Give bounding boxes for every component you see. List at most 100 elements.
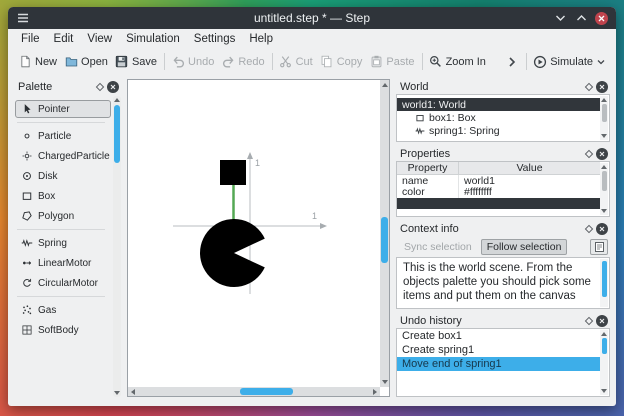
scroll-down-arrow-icon[interactable] — [382, 380, 388, 384]
x-axis-arrow-icon — [319, 223, 327, 229]
palette-item-spring[interactable]: Spring — [15, 234, 111, 252]
property-row-name[interactable]: name world1 — [397, 174, 600, 187]
context-scrollbar-thumb[interactable] — [601, 261, 607, 297]
undo-history-item-selected[interactable]: Move end of spring1 — [397, 357, 600, 371]
context-info-panel-title: Context info — [400, 222, 459, 235]
value-column-header[interactable]: Value — [459, 162, 600, 174]
palette-item-particle[interactable]: Particle — [15, 127, 111, 145]
world-tree-root-item[interactable]: world1: World — [397, 98, 600, 111]
property-name-cell: color — [397, 186, 459, 199]
palette-scrollbar-thumb[interactable] — [113, 105, 120, 163]
app-menu-icon[interactable] — [17, 13, 29, 23]
undo-history-panel-title: Undo history — [400, 314, 462, 327]
scroll-right-arrow-icon[interactable] — [373, 389, 377, 395]
palette-item-pointer[interactable]: Pointer — [15, 100, 111, 118]
palette-separator — [17, 229, 105, 230]
canvas-vertical-scrollbar[interactable] — [380, 80, 389, 387]
scroll-down-arrow-icon[interactable] — [601, 209, 607, 213]
zoom-in-button[interactable]: Zoom In — [426, 53, 489, 71]
menu-simulation[interactable]: Simulation — [119, 31, 187, 47]
canvas-horizontal-scrollbar[interactable] — [127, 387, 380, 396]
toolbar-overflow-button[interactable] — [502, 53, 522, 71]
context-page-button[interactable] — [590, 238, 608, 255]
palette-item-linearmotor[interactable]: LinearMotor — [15, 254, 111, 272]
palette-item-gas[interactable]: Gas — [15, 301, 111, 319]
scroll-down-arrow-icon[interactable] — [601, 134, 607, 138]
scroll-up-arrow-icon[interactable] — [113, 98, 120, 102]
close-button[interactable] — [595, 11, 608, 25]
property-row-color[interactable]: color #ffffffff — [397, 186, 600, 199]
new-button[interactable]: New — [15, 53, 60, 71]
properties-close-icon[interactable] — [596, 147, 608, 160]
scroll-down-arrow-icon[interactable] — [113, 391, 120, 395]
save-button[interactable]: Save — [112, 53, 160, 71]
palette-item-softbody[interactable]: SoftBody — [15, 321, 111, 339]
scroll-up-arrow-icon[interactable] — [601, 165, 607, 169]
world-scene-canvas[interactable]: 1 1 — [126, 79, 390, 397]
menu-edit[interactable]: Edit — [47, 31, 81, 47]
context-float-icon[interactable] — [584, 224, 594, 233]
scroll-up-arrow-icon[interactable] — [601, 332, 607, 336]
box1-object[interactable] — [219, 160, 246, 185]
world-close-icon[interactable] — [596, 80, 608, 93]
paste-button[interactable]: Paste — [366, 53, 417, 71]
context-text-area[interactable]: This is the world scene. From the object… — [396, 257, 610, 309]
properties-float-icon[interactable] — [584, 149, 594, 158]
sync-selection-button[interactable]: Sync selection — [398, 239, 478, 255]
undo-close-icon[interactable] — [596, 314, 608, 327]
scroll-down-arrow-icon[interactable] — [601, 389, 607, 393]
property-column-header[interactable]: Property — [397, 162, 459, 174]
palette-scrollbar[interactable] — [112, 96, 121, 397]
scroll-left-arrow-icon[interactable] — [130, 389, 135, 395]
context-scrollbar[interactable] — [600, 259, 608, 307]
simulate-button[interactable]: Simulate — [530, 53, 608, 71]
undo-history-panel: Undo history Create box1 Create spring1 … — [396, 313, 610, 397]
follow-selection-button[interactable]: Follow selection — [480, 238, 568, 255]
palette-close-icon[interactable] — [106, 80, 119, 93]
scroll-up-arrow-icon[interactable] — [601, 98, 607, 102]
palette-item-chargedparticle[interactable]: ChargedParticle — [15, 147, 111, 165]
world-float-icon[interactable] — [584, 82, 594, 91]
context-close-icon[interactable] — [596, 222, 608, 235]
context-toolbar: Sync selection Follow selection — [396, 236, 610, 257]
world-tree-item-box1[interactable]: box1: Box — [397, 111, 609, 124]
box-icon — [20, 189, 34, 203]
menu-help[interactable]: Help — [242, 31, 280, 47]
y-axis-label: 1 — [255, 158, 260, 168]
vertical-scrollbar-thumb[interactable] — [381, 217, 388, 263]
palette-item-box[interactable]: Box — [15, 187, 111, 205]
undo-scrollbar-thumb[interactable] — [601, 338, 607, 354]
spring-icon — [20, 236, 34, 250]
titlebar[interactable]: untitled.step * — Step — [8, 7, 616, 29]
disk-object[interactable] — [199, 219, 265, 287]
horizontal-scrollbar-thumb[interactable] — [239, 388, 293, 395]
palette-item-polygon[interactable]: Polygon — [15, 207, 111, 225]
world-scrollbar-thumb[interactable] — [601, 104, 607, 122]
minimize-button[interactable] — [553, 11, 567, 25]
toolbar-separator — [421, 53, 423, 70]
undo-float-icon[interactable] — [584, 316, 594, 325]
world-scrollbar[interactable] — [600, 96, 608, 140]
properties-scrollbar[interactable] — [600, 163, 608, 215]
undo-scrollbar[interactable] — [600, 330, 608, 395]
menu-file[interactable]: File — [14, 31, 47, 47]
properties-scrollbar-thumb[interactable] — [601, 171, 607, 191]
redo-button[interactable]: Redo — [218, 53, 267, 71]
undo-button[interactable]: Undo — [168, 53, 217, 71]
cut-button[interactable]: Cut — [276, 53, 316, 71]
undo-history-item[interactable]: Create spring1 — [397, 343, 600, 357]
undo-history-item[interactable]: Create box1 — [397, 329, 600, 343]
world-tree-item-spring1[interactable]: spring1: Spring — [397, 124, 609, 137]
toolbar-separator — [526, 53, 528, 70]
window-title: untitled.step * — Step — [253, 11, 371, 25]
properties-selected-row[interactable] — [397, 198, 600, 209]
menu-settings[interactable]: Settings — [187, 31, 243, 47]
maximize-button[interactable] — [574, 11, 588, 25]
open-button[interactable]: Open — [61, 53, 111, 71]
palette-item-circularmotor[interactable]: CircularMotor — [15, 274, 111, 292]
palette-item-disk[interactable]: Disk — [15, 167, 111, 185]
scroll-up-arrow-icon[interactable] — [382, 83, 388, 87]
palette-float-icon[interactable] — [95, 82, 104, 91]
copy-button[interactable]: Copy — [317, 53, 366, 71]
menu-view[interactable]: View — [80, 31, 119, 47]
